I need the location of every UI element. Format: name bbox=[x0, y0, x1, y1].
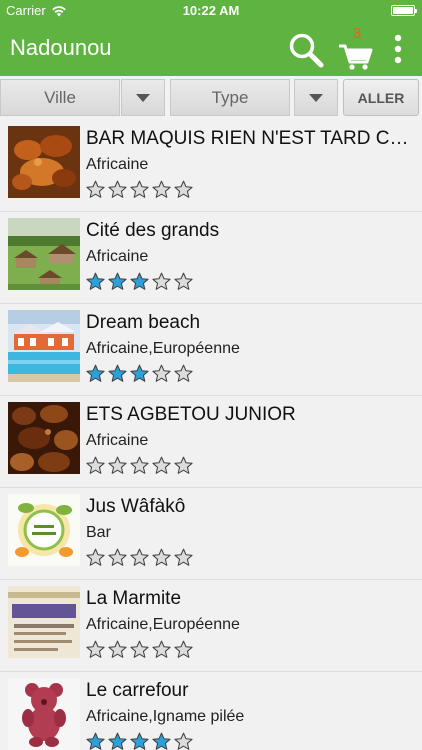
star-empty-icon bbox=[86, 640, 105, 658]
star-empty-icon bbox=[174, 640, 193, 658]
star-empty-icon bbox=[152, 548, 171, 566]
search-button[interactable] bbox=[287, 31, 325, 69]
more-menu-button[interactable] bbox=[390, 34, 406, 64]
star-empty-icon bbox=[86, 548, 105, 566]
star-filled-icon bbox=[108, 364, 127, 382]
search-icon bbox=[289, 33, 324, 68]
ville-dropdown[interactable]: Ville bbox=[0, 79, 120, 116]
restaurant-name: La Marmite bbox=[86, 588, 182, 609]
star-empty-icon bbox=[152, 364, 171, 382]
restaurant-name: Cité des grands bbox=[86, 220, 220, 241]
restaurant-cuisine: Bar bbox=[86, 524, 111, 541]
star-empty-icon bbox=[130, 180, 149, 198]
restaurant-cuisine: Africaine bbox=[86, 432, 149, 449]
star-empty-icon bbox=[174, 548, 193, 566]
rating-stars bbox=[86, 732, 193, 750]
restaurant-cuisine: Africaine bbox=[86, 156, 149, 173]
star-empty-icon bbox=[86, 456, 105, 474]
star-filled-icon bbox=[152, 732, 171, 750]
star-empty-icon bbox=[152, 640, 171, 658]
battery-icon bbox=[391, 5, 417, 16]
rating-stars bbox=[86, 456, 193, 476]
restaurant-row[interactable]: Jus Wâfàkô Bar bbox=[0, 488, 422, 580]
star-empty-icon bbox=[152, 180, 171, 198]
star-empty-icon bbox=[130, 456, 149, 474]
restaurant-name: BAR MAQUIS RIEN N'EST TARD CHEZ bbox=[86, 128, 416, 149]
restaurant-thumbnail bbox=[8, 126, 80, 198]
restaurant-list[interactable]: BAR MAQUIS RIEN N'EST TARD CHEZ Africain… bbox=[0, 120, 422, 750]
star-filled-icon bbox=[130, 364, 149, 382]
restaurant-thumbnail bbox=[8, 494, 80, 566]
restaurant-row[interactable]: Le carrefour Africaine,Igname pilée bbox=[0, 672, 422, 750]
status-time: 10:22 AM bbox=[182, 3, 240, 18]
star-empty-icon bbox=[86, 180, 105, 198]
star-filled-icon bbox=[108, 272, 127, 290]
ville-dropdown-toggle[interactable] bbox=[121, 79, 165, 116]
restaurant-row[interactable]: Cité des grands Africaine bbox=[0, 212, 422, 304]
restaurant-name: Dream beach bbox=[86, 312, 201, 333]
app-header: Nadounou 3 bbox=[0, 22, 422, 76]
status-bar: Carrier 10:22 AM bbox=[0, 0, 422, 22]
star-empty-icon bbox=[108, 640, 127, 658]
restaurant-cuisine: Africaine,Européenne bbox=[86, 616, 240, 633]
star-empty-icon bbox=[130, 548, 149, 566]
star-empty-icon bbox=[108, 180, 127, 198]
star-empty-icon bbox=[108, 548, 127, 566]
star-empty-icon bbox=[174, 456, 193, 474]
star-empty-icon bbox=[152, 456, 171, 474]
type-dropdown[interactable]: Type bbox=[170, 79, 290, 116]
rating-stars bbox=[86, 364, 193, 384]
rating-stars bbox=[86, 640, 193, 660]
go-button[interactable]: ALLER bbox=[343, 79, 419, 116]
star-filled-icon bbox=[130, 732, 149, 750]
type-dropdown-toggle[interactable] bbox=[294, 79, 338, 116]
restaurant-row[interactable]: BAR MAQUIS RIEN N'EST TARD CHEZ Africain… bbox=[0, 120, 422, 212]
restaurant-cuisine: Africaine,Européenne bbox=[86, 340, 240, 357]
star-empty-icon bbox=[174, 364, 193, 382]
ville-dropdown-label: Ville bbox=[44, 87, 76, 107]
restaurant-thumbnail bbox=[8, 218, 80, 290]
restaurant-thumbnail bbox=[8, 310, 80, 382]
restaurant-cuisine: Africaine bbox=[86, 248, 149, 265]
star-empty-icon bbox=[174, 180, 193, 198]
restaurant-name: ETS AGBETOU JUNIOR bbox=[86, 404, 296, 425]
app-title: Nadounou bbox=[10, 35, 112, 60]
star-empty-icon bbox=[152, 272, 171, 290]
star-filled-icon bbox=[86, 732, 105, 750]
restaurant-row[interactable]: La Marmite Africaine,Européenne bbox=[0, 580, 422, 672]
restaurant-thumbnail bbox=[8, 678, 80, 750]
restaurant-name: Le carrefour bbox=[86, 680, 189, 701]
restaurant-row[interactable]: Dream beach Africaine,Européenne bbox=[0, 304, 422, 396]
star-empty-icon bbox=[130, 640, 149, 658]
restaurant-name: Jus Wâfàkô bbox=[86, 496, 186, 517]
filter-bar: Ville Type ALLER bbox=[0, 76, 422, 120]
type-dropdown-label: Type bbox=[211, 87, 249, 107]
star-filled-icon bbox=[86, 364, 105, 382]
rating-stars bbox=[86, 548, 193, 568]
star-empty-icon bbox=[174, 272, 193, 290]
rating-stars bbox=[86, 180, 193, 200]
more-vert-icon bbox=[394, 34, 402, 64]
restaurant-thumbnail bbox=[8, 586, 80, 658]
chevron-down-icon bbox=[136, 93, 150, 102]
star-empty-icon bbox=[108, 456, 127, 474]
restaurant-cuisine: Africaine,Igname pilée bbox=[86, 708, 245, 725]
star-empty-icon bbox=[174, 732, 193, 750]
star-filled-icon bbox=[86, 272, 105, 290]
star-filled-icon bbox=[108, 732, 127, 750]
restaurant-row[interactable]: ETS AGBETOU JUNIOR Africaine bbox=[0, 396, 422, 488]
star-filled-icon bbox=[130, 272, 149, 290]
cart-count-badge: 3 bbox=[353, 25, 362, 42]
chevron-down-icon bbox=[309, 93, 323, 102]
restaurant-thumbnail bbox=[8, 402, 80, 474]
rating-stars bbox=[86, 272, 193, 292]
cart-button[interactable]: 3 bbox=[336, 25, 376, 70]
